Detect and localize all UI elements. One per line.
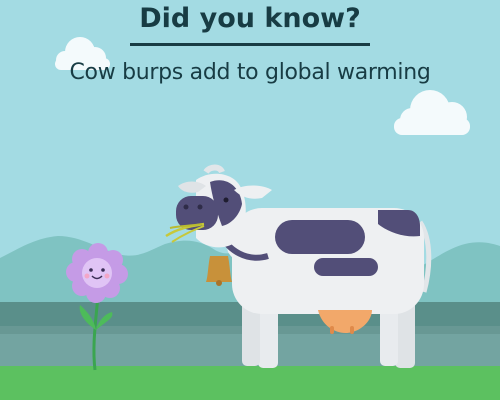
headline-did-you-know: Did you know? [139,3,361,34]
grass-ground [0,366,500,400]
title-divider [130,43,370,46]
cow-bell [206,256,232,282]
fact-subtitle: Cow burps add to global warming [69,60,431,85]
